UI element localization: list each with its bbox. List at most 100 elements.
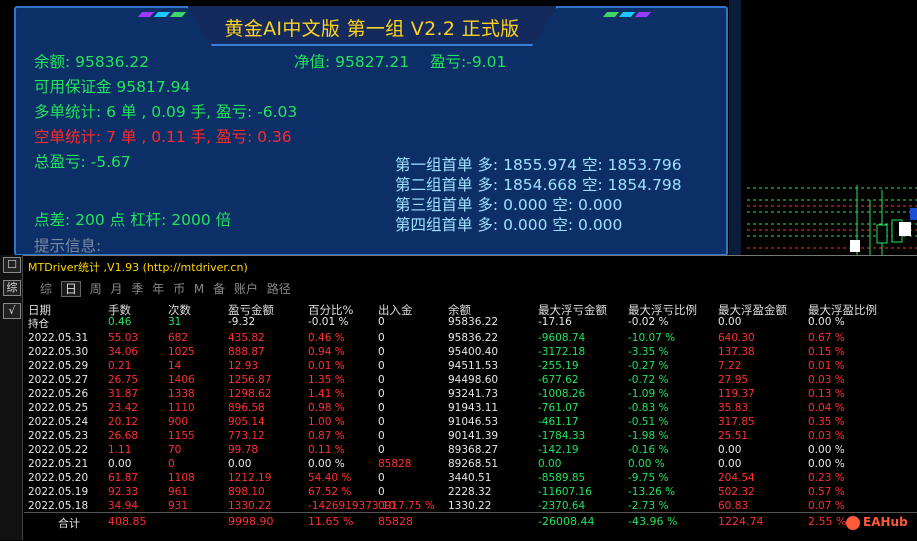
cell-percent: 1.41 % (308, 388, 345, 400)
cell-max-float-profit-ratio: 0.67 % (808, 332, 845, 344)
cell-balance: 3440.51 (448, 472, 492, 484)
equity-label: 净值: 95827.21 (294, 53, 410, 71)
cell-max-float-loss-ratio: -0.72 % (628, 374, 669, 386)
tab-note[interactable]: 备 (213, 282, 225, 296)
cell-max-float-loss: -677.62 (538, 374, 579, 386)
tab-path[interactable]: 路径 (267, 282, 291, 296)
tab-account[interactable]: 账户 (234, 282, 258, 296)
cell-max-float-profit: 60.83 (718, 500, 749, 512)
cell-percent: 1.00 % (308, 416, 345, 428)
cell-date: 2022.05.24 (28, 416, 89, 428)
cell-date: 2022.05.18 (28, 500, 89, 512)
cell-count: 70 (168, 444, 182, 456)
cell-deposit: 0 (378, 416, 385, 428)
cell-max-float-profit: 0.00 (718, 316, 742, 328)
cell-lots: 31.87 (108, 388, 139, 400)
total-pnl-label: 总盈亏: -5.67 (34, 153, 131, 171)
cell-pnl: -9.32 (228, 316, 256, 328)
cell-pnl: 888.87 (228, 346, 265, 358)
cell-max-float-loss-ratio: -1.98 % (628, 430, 669, 442)
cell-max-float-profit-ratio: 0.23 % (808, 472, 845, 484)
table-row: 2022.05.30 34.06 1025 888.87 0.94 % 0 95400.40… (24, 346, 917, 360)
cell-count: 931 (168, 500, 189, 512)
cell-percent: 0.01 % (308, 360, 345, 372)
cell-date: 2022.05.30 (28, 346, 89, 358)
summary-max-float-profit-ratio: 2.55 % (808, 515, 847, 528)
cell-max-float-loss: -8589.85 (538, 472, 586, 484)
cell-deposit: 0 (378, 360, 385, 372)
tab-currency[interactable]: 币 (173, 282, 185, 296)
summary-lots: 408.85 (108, 515, 147, 528)
collapse-button[interactable]: ☐ (3, 257, 21, 273)
cell-max-float-profit: 640.30 (718, 332, 755, 344)
tab-magic[interactable]: M (194, 282, 204, 296)
cell-percent: 0.94 % (308, 346, 345, 358)
tab-day[interactable]: 日 (60, 281, 81, 297)
cell-max-float-profit: 502.32 (718, 486, 755, 498)
table-row: 2022.05.27 26.75 1406 1256.87 1.35 % 0 94498.6… (24, 374, 917, 388)
cell-balance: 89268.51 (448, 458, 499, 470)
cell-percent: 0.11 % (308, 444, 345, 456)
statistics-side-toolbar (0, 255, 23, 540)
confirm-button[interactable]: √ (3, 303, 21, 319)
cell-percent: 0.46 % (308, 332, 345, 344)
holding-row: 持仓 0.46 31 -9.32 -0.01 % 0 95836.22 -17.16 -0.02… (24, 316, 917, 330)
cell-balance: 89368.27 (448, 444, 499, 456)
cell-max-float-loss-ratio: -13.26 % (628, 486, 676, 498)
group3-first-order: 第三组首单 多: 0.000 空: 0.000 (395, 196, 623, 214)
cell-max-float-profit: 317.85 (718, 416, 755, 428)
tab-year[interactable]: 年 (152, 282, 164, 296)
table-row: 2022.05.22 1.11 70 99.78 0.11 % 0 89368.27 -142… (24, 444, 917, 458)
cell-count: 14 (168, 360, 182, 372)
cell-date: 持仓 (28, 318, 49, 330)
eahub-watermark: EAHub (846, 515, 908, 530)
cell-count: 682 (168, 332, 189, 344)
cell-count: 0 (168, 458, 175, 470)
title-decoration-right (602, 12, 652, 20)
panel-scroll-column (729, 0, 741, 255)
cell-pnl: 435.82 (228, 332, 265, 344)
tab-quarter[interactable]: 季 (131, 282, 143, 296)
cell-date: 2022.05.27 (28, 374, 89, 386)
cell-deposit: 0 (378, 316, 385, 328)
tab-week[interactable]: 周 (90, 282, 102, 296)
cell-max-float-loss-ratio: -10.07 % (628, 332, 676, 344)
eahub-text: EAHub (863, 515, 908, 529)
cell-max-float-profit-ratio: 0.00 % (808, 444, 845, 456)
cell-deposit: 0 (378, 486, 385, 498)
cell-max-float-profit: 137.38 (718, 346, 755, 358)
cell-lots: 1.11 (108, 444, 132, 456)
table-row: 2022.05.20 61.87 1108 1212.19 54.40 % 0 3440.5… (24, 472, 917, 486)
cell-max-float-profit: 27.95 (718, 374, 749, 386)
cell-lots: 23.42 (108, 402, 139, 414)
cell-date: 2022.05.19 (28, 486, 89, 498)
cell-lots: 20.12 (108, 416, 139, 428)
summary-deposit: 85828 (378, 515, 413, 528)
cell-deposit: 0 (378, 388, 385, 400)
cell-deposit: 0 (378, 472, 385, 484)
table-row: 2022.05.24 20.12 900 905.14 1.00 % 0 91046.53 -… (24, 416, 917, 430)
cell-max-float-loss-ratio: -0.51 % (628, 416, 669, 428)
cell-max-float-loss-ratio: -1.09 % (628, 388, 669, 400)
cell-pnl: 905.14 (228, 416, 265, 428)
tab-overview[interactable]: 综 (40, 282, 52, 296)
tab-month[interactable]: 月 (111, 282, 123, 296)
cell-max-float-loss: -461.17 (538, 416, 579, 428)
cell-date: 2022.05.31 (28, 332, 89, 344)
cell-deposit: 85828 (378, 458, 412, 470)
cell-max-float-profit-ratio: 0.15 % (808, 346, 845, 358)
ea-title: 黄金AI中文版 第一组 V2.2 正式版 (224, 18, 520, 40)
cell-percent: 0.98 % (308, 402, 345, 414)
cell-lots: 92.33 (108, 486, 139, 498)
table-row: 2022.05.19 92.33 961 898.10 67.52 % 0 2228.32 -… (24, 486, 917, 500)
cell-lots: 26.75 (108, 374, 139, 386)
cell-date: 2022.05.21 (28, 458, 89, 470)
cell-max-float-loss-ratio: -0.83 % (628, 402, 669, 414)
cell-max-float-loss: -761.07 (538, 402, 579, 414)
summary-toggle-button[interactable]: 综 (3, 280, 21, 296)
cell-max-float-profit-ratio: 0.35 % (808, 416, 845, 428)
cell-max-float-profit: 25.51 (718, 430, 749, 442)
cell-count: 1338 (168, 388, 195, 400)
cell-max-float-profit-ratio: 0.00 % (808, 316, 845, 328)
cell-max-float-loss: -1784.33 (538, 430, 586, 442)
